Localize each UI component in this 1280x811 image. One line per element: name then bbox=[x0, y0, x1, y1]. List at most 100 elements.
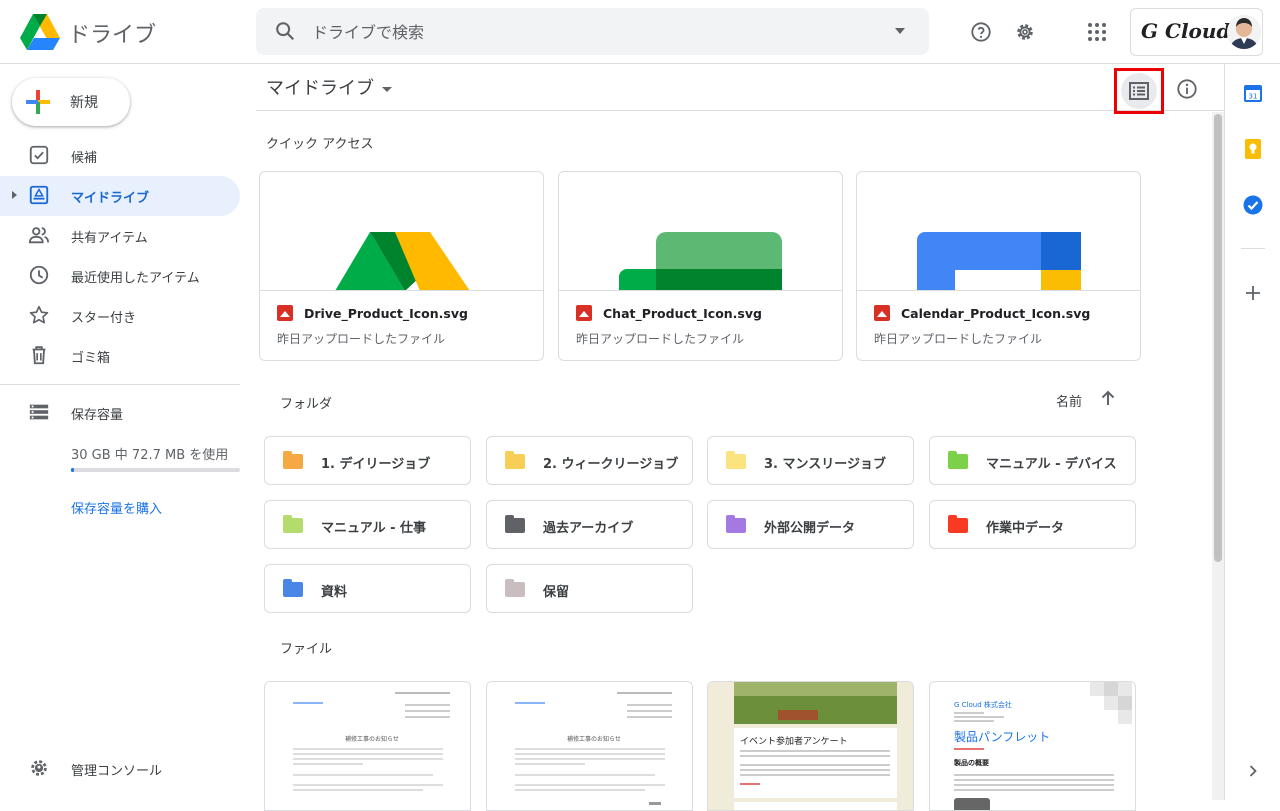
settings-gear-icon[interactable] bbox=[1009, 16, 1041, 48]
new-button[interactable]: 新規 bbox=[12, 78, 130, 126]
file-card[interactable]: イベント参加者アンケート bbox=[707, 681, 914, 811]
folder-name: マニュアル - 仕事 bbox=[321, 521, 427, 536]
list-view-icon bbox=[1129, 82, 1149, 100]
form-heading: イベント参加者アンケート bbox=[740, 737, 848, 747]
sort-by-name-button[interactable]: 名前 bbox=[1056, 391, 1082, 410]
sidebar-item-label: 候補 bbox=[71, 151, 98, 166]
quick-access-card[interactable]: Calendar_Product_Icon.svg 昨日アップロードしたファイル bbox=[856, 171, 1141, 361]
search-input[interactable] bbox=[312, 20, 872, 44]
sidebar-item-label: 共有アイテム bbox=[71, 231, 148, 246]
folder-icon bbox=[948, 451, 968, 469]
app-title[interactable]: ドライブ bbox=[68, 17, 156, 49]
sidebar-divider bbox=[0, 384, 240, 385]
folder-name: 外部公開データ bbox=[764, 521, 856, 536]
sidebar-item-starred[interactable]: スター付き bbox=[0, 296, 240, 336]
folder-name: 過去アーカイブ bbox=[543, 521, 634, 536]
account-switcher[interactable]: G Cloud bbox=[1130, 8, 1263, 56]
star-icon bbox=[29, 305, 49, 324]
folder-item[interactable]: 1. デイリージョブ bbox=[264, 436, 471, 485]
new-button-label: 新規 bbox=[70, 95, 98, 111]
storage-progress-bar bbox=[71, 468, 240, 472]
folder-item[interactable]: 資料 bbox=[264, 564, 471, 613]
folder-icon bbox=[726, 515, 746, 533]
file-name: Chat_Product_Icon.svg bbox=[603, 306, 762, 321]
recent-icon bbox=[29, 265, 49, 285]
folder-icon bbox=[505, 515, 525, 533]
svg-text:31: 31 bbox=[1249, 93, 1258, 101]
folder-name: 1. デイリージョブ bbox=[321, 457, 431, 472]
add-addon-icon[interactable] bbox=[1242, 282, 1264, 304]
quick-access-title: クイック アクセス bbox=[266, 137, 374, 152]
folder-icon bbox=[948, 515, 968, 533]
files-title: ファイル bbox=[280, 642, 333, 657]
page-title: マイドライブ bbox=[266, 78, 374, 99]
sidebar-item-my-drive[interactable]: マイドライブ bbox=[0, 176, 240, 216]
main-content: マイドライブ クイック アクセス Drive_Product_Icon.svg … bbox=[256, 64, 1224, 811]
info-icon[interactable] bbox=[1172, 74, 1202, 104]
scrollbar-thumb[interactable] bbox=[1214, 114, 1222, 562]
search-bar[interactable] bbox=[256, 8, 929, 55]
sidebar-item-suggested[interactable]: 候補 bbox=[0, 136, 240, 176]
sidebar-item-label: 保存容量 bbox=[71, 408, 124, 423]
file-thumbnail bbox=[857, 172, 1140, 291]
file-thumbnail bbox=[559, 172, 842, 291]
side-panel: 31 bbox=[1224, 64, 1280, 800]
my-drive-title-dropdown[interactable]: マイドライブ bbox=[266, 74, 392, 100]
buy-storage-link[interactable]: 保存容量を購入 bbox=[71, 498, 162, 517]
folder-icon bbox=[283, 579, 303, 597]
quick-access-card[interactable]: Drive_Product_Icon.svg 昨日アップロードしたファイル bbox=[259, 171, 544, 361]
account-brand-logo: G Cloud bbox=[1141, 19, 1231, 43]
tasks-icon[interactable] bbox=[1242, 194, 1264, 216]
search-options-icon[interactable] bbox=[895, 28, 905, 34]
sidebar: 新規 候補 マイドライブ 共有アイテム 最近使用したアイテム スター付き ゴミ箱… bbox=[0, 64, 256, 800]
sidebar-item-shared[interactable]: 共有アイテム bbox=[0, 216, 240, 256]
sidebar-item-recent[interactable]: 最近使用したアイテム bbox=[0, 256, 240, 296]
folder-item[interactable]: 2. ウィークリージョブ bbox=[486, 436, 693, 485]
sidebar-item-trash[interactable]: ゴミ箱 bbox=[0, 336, 240, 376]
scrollbar[interactable] bbox=[1212, 112, 1224, 800]
folder-name: 3. マンスリージョブ bbox=[764, 457, 886, 472]
brochure-company: G Cloud 株式会社 bbox=[954, 701, 1012, 709]
list-view-toggle-button[interactable] bbox=[1114, 68, 1164, 114]
chevron-right-icon[interactable] bbox=[1242, 760, 1264, 782]
folder-name: 資料 bbox=[321, 585, 348, 600]
folder-item[interactable]: 3. マンスリージョブ bbox=[707, 436, 914, 485]
folder-item[interactable]: 過去アーカイブ bbox=[486, 500, 693, 549]
sidebar-item-label: 管理コンソール bbox=[71, 764, 163, 779]
storage-progress-fill bbox=[71, 468, 74, 472]
folder-icon bbox=[505, 451, 525, 469]
sidebar-item-label: ゴミ箱 bbox=[71, 351, 111, 366]
search-icon[interactable] bbox=[274, 20, 296, 42]
sort-arrow-up-icon[interactable] bbox=[1096, 386, 1120, 410]
keep-icon[interactable] bbox=[1242, 138, 1264, 160]
folder-item[interactable]: 外部公開データ bbox=[707, 500, 914, 549]
trash-icon bbox=[32, 346, 46, 365]
file-subtitle: 昨日アップロードしたファイル bbox=[277, 332, 446, 346]
expand-arrow-icon[interactable] bbox=[12, 191, 17, 199]
document-thumbnail bbox=[487, 682, 692, 810]
apps-grid-icon[interactable] bbox=[1081, 16, 1113, 48]
chevron-down-icon bbox=[382, 86, 392, 92]
folder-item[interactable]: 作業中データ bbox=[929, 500, 1136, 549]
folder-name: マニュアル - デバイス bbox=[986, 457, 1117, 472]
folder-item[interactable]: 保留 bbox=[486, 564, 693, 613]
avatar[interactable] bbox=[1227, 15, 1261, 49]
folder-name: 作業中データ bbox=[986, 521, 1065, 536]
file-card[interactable]: 補修工事のお知らせ bbox=[264, 681, 471, 811]
storage-icon bbox=[29, 404, 49, 420]
document-heading: 補修工事のお知らせ bbox=[567, 736, 621, 743]
calendar-icon[interactable]: 31 bbox=[1242, 82, 1264, 104]
file-card[interactable]: G Cloud 株式会社 製品パンフレット 製品の概要 bbox=[929, 681, 1136, 811]
file-thumbnail bbox=[260, 172, 543, 291]
storage-usage-text: 30 GB 中 72.7 MB を使用 bbox=[71, 448, 229, 463]
main-header: マイドライブ bbox=[256, 64, 1224, 114]
drive-logo-icon[interactable] bbox=[20, 14, 60, 50]
folder-item[interactable]: マニュアル - 仕事 bbox=[264, 500, 471, 549]
folder-icon bbox=[283, 451, 303, 469]
folder-item[interactable]: マニュアル - デバイス bbox=[929, 436, 1136, 485]
sidebar-item-admin-console[interactable]: 管理コンソール bbox=[0, 749, 240, 789]
sidebar-item-storage[interactable]: 保存容量 bbox=[0, 393, 240, 433]
help-icon[interactable] bbox=[965, 16, 997, 48]
file-card[interactable]: 補修工事のお知らせ bbox=[486, 681, 693, 811]
quick-access-card[interactable]: Chat_Product_Icon.svg 昨日アップロードしたファイル bbox=[558, 171, 843, 361]
